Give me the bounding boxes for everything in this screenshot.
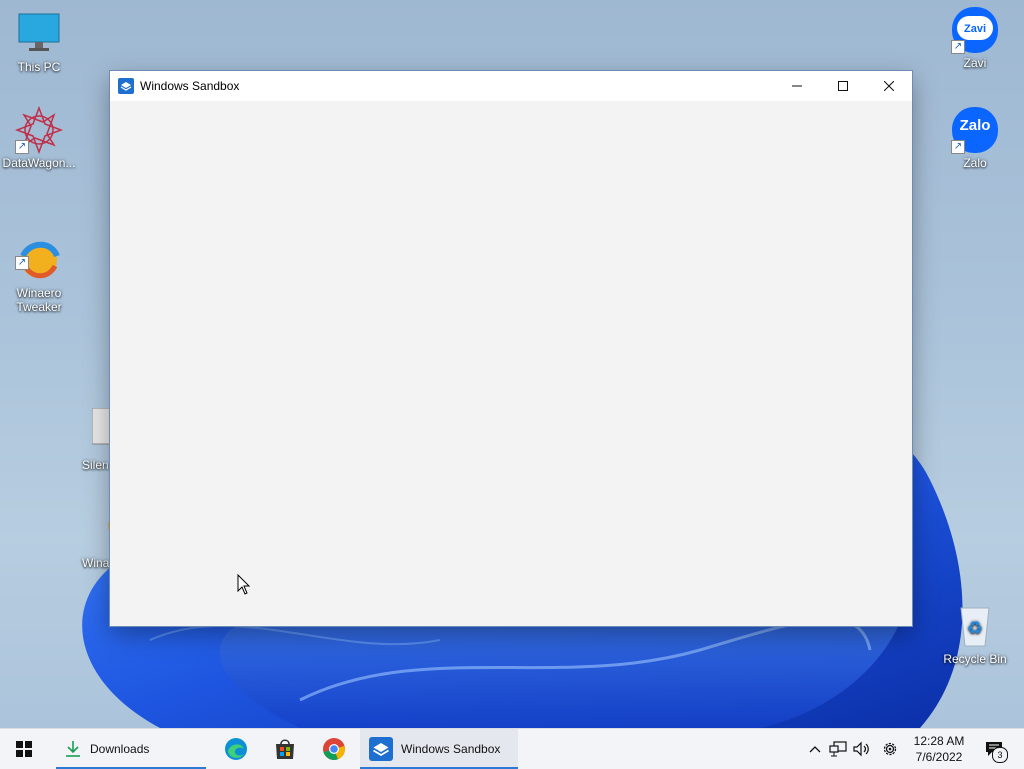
window-title: Windows Sandbox [140, 79, 240, 93]
minimize-icon [792, 85, 802, 87]
speaker-icon [853, 741, 869, 757]
network-button[interactable] [829, 740, 847, 758]
edge-icon [225, 738, 247, 760]
desktop-icon-label: This PC [17, 60, 61, 74]
desktop-icon-zavi[interactable]: Zavi ↗ Zavi [936, 6, 1014, 70]
taskbar[interactable]: Downloads Windows Sandbox 12:28 AM 7/6/2… [0, 728, 1024, 769]
show-hidden-icons-button[interactable] [806, 740, 824, 758]
maximize-button[interactable] [820, 71, 866, 101]
clock[interactable]: 12:28 AM 7/6/2022 [906, 733, 972, 765]
shortcut-arrow-icon: ↗ [951, 140, 965, 154]
monitor-icon [15, 10, 63, 58]
taskbar-store[interactable] [271, 729, 299, 769]
shortcut-arrow-icon: ↗ [15, 140, 29, 154]
start-button[interactable] [0, 729, 48, 769]
taskbar-edge[interactable] [222, 729, 250, 769]
clock-date: 7/6/2022 [915, 750, 963, 764]
desktop-icon-this-pc[interactable]: This PC [0, 10, 78, 74]
network-wired-icon [829, 741, 847, 757]
clock-time: 12:28 AM [913, 734, 965, 748]
chrome-icon [323, 738, 345, 761]
zalo-icon: Zalo ↗ [951, 106, 999, 154]
sandbox-icon [369, 737, 393, 761]
notification-center-button[interactable]: 3 [982, 740, 1008, 763]
volume-button[interactable] [853, 740, 871, 758]
star-flower-icon: ↗ [14, 105, 64, 155]
sandbox-label: Windows Sandbox [401, 742, 501, 756]
taskbar-downloads[interactable]: Downloads [56, 729, 206, 769]
download-arrow-icon [66, 741, 80, 757]
maximize-icon [838, 81, 848, 91]
zalo-badge-text: Zalo [959, 117, 991, 134]
chevron-up-icon [809, 746, 821, 753]
zavi-badge-text: Zavi [963, 23, 986, 35]
desktop-icon-label: Zavi [963, 56, 987, 70]
store-bag-icon [276, 739, 294, 759]
shortcut-arrow-icon: ↗ [15, 256, 29, 270]
close-icon [884, 81, 894, 91]
minimize-button[interactable] [774, 71, 820, 101]
taskbar-windows-sandbox[interactable]: Windows Sandbox [360, 729, 518, 769]
close-button[interactable] [866, 71, 912, 101]
desktop-icon-label: Winaero Tweaker [16, 286, 62, 314]
windows-logo-icon [16, 741, 32, 757]
mouse-cursor-icon [237, 574, 251, 595]
taskbar-chrome[interactable] [320, 729, 348, 769]
desktop-icon-zalo[interactable]: Zalo ↗ Zalo [936, 106, 1014, 170]
window-content[interactable] [110, 101, 912, 626]
shortcut-arrow-icon: ↗ [951, 40, 965, 54]
desktop-icon-winaero-tweaker[interactable]: ↗ Winaero Tweaker [0, 208, 78, 328]
gear-icon [883, 742, 897, 756]
zavi-icon: Zavi ↗ [951, 6, 999, 54]
svg-text:♻: ♻ [967, 618, 983, 639]
desktop-icon-recycle-bin[interactable]: ♻ Recycle Bin [936, 602, 1014, 666]
recycle-bin-icon: ♻ [951, 602, 999, 650]
desktop-icon-label: DataWagon... [2, 156, 76, 170]
winaero-icon: ↗ [15, 222, 63, 279]
title-bar[interactable]: Windows Sandbox [110, 71, 912, 101]
desktop-icon-datawagon[interactable]: ↗ DataWagon... [0, 105, 78, 170]
downloads-label: Downloads [90, 742, 150, 756]
settings-button[interactable] [881, 740, 899, 758]
sandbox-icon [118, 78, 134, 94]
notification-count-badge: 3 [992, 747, 1008, 763]
sandbox-window[interactable]: Windows Sandbox [110, 71, 912, 626]
desktop-icon-label: Recycle Bin [943, 652, 1007, 666]
desktop-icon-label: Zalo [963, 156, 987, 170]
